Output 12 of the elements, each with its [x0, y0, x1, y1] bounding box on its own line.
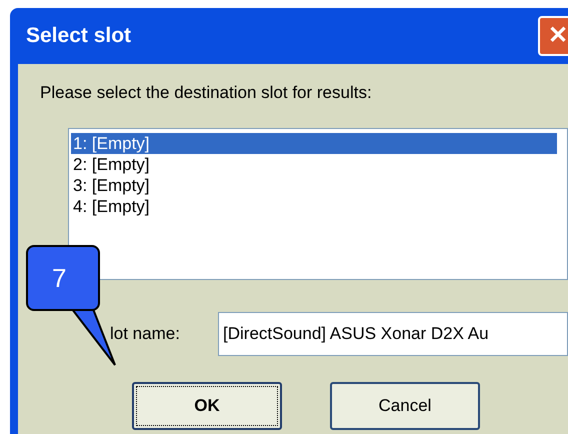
step-callout: 7	[26, 245, 100, 311]
slot-item[interactable]: 1: [Empty]	[71, 132, 557, 154]
slot-item[interactable]: 3: [Empty]	[71, 174, 557, 196]
prompt-text: Please select the destination slot for results:	[40, 82, 373, 104]
ok-button[interactable]: OK	[132, 382, 282, 430]
slot-item[interactable]: 2: [Empty]	[71, 154, 557, 174]
cancel-button[interactable]: Cancel	[330, 382, 480, 430]
slot-name-field[interactable]: [DirectSound] ASUS Xonar D2X Au	[218, 312, 568, 356]
slot-name-label: lot name:	[110, 322, 181, 345]
window-title: Select slot	[26, 23, 132, 50]
slot-item[interactable]: 4: [Empty]	[71, 196, 557, 216]
close-button[interactable]: ✕	[538, 16, 568, 56]
